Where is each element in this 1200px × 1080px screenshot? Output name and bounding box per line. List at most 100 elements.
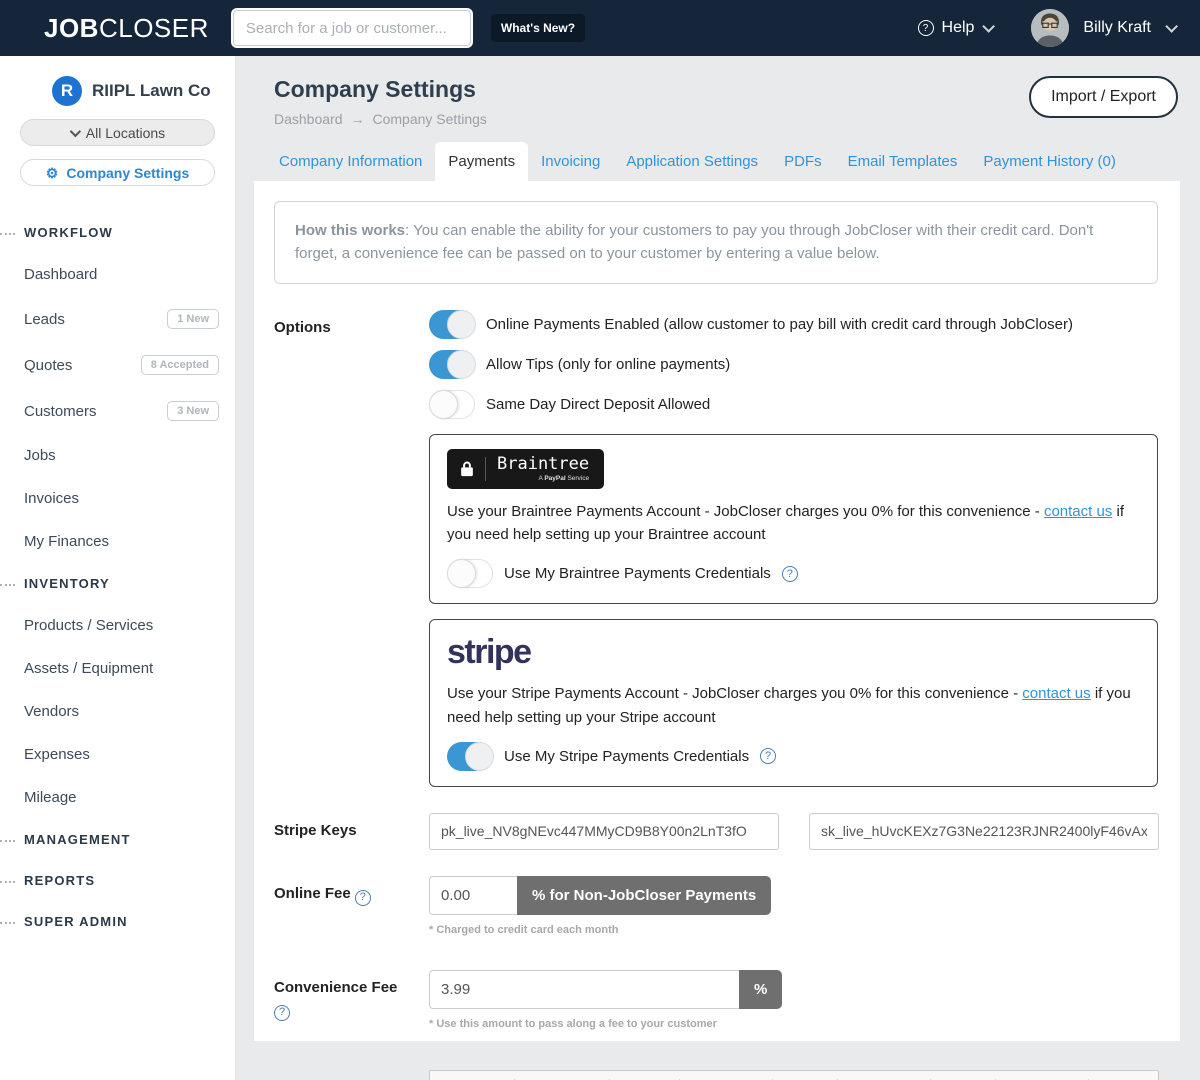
sidebar-item-vendors[interactable]: Vendors: [0, 690, 235, 733]
online-payments-toggle-label: Online Payments Enabled (allow customer …: [486, 316, 1073, 333]
breadcrumb-current: Company Settings: [373, 111, 487, 127]
breadcrumb: Dashboard → Company Settings: [274, 111, 487, 127]
help-icon: ?: [918, 20, 934, 36]
page-title: Company Settings: [274, 76, 487, 103]
sidebar-item-dashboard[interactable]: Dashboard: [0, 253, 235, 296]
toggle-knob: [447, 350, 476, 379]
nav-section-workflow: WORKFLOW: [0, 212, 235, 253]
allow-tips-toggle-label: Allow Tips (only for online payments): [486, 356, 730, 373]
nav-section-management[interactable]: MANAGEMENT: [0, 819, 235, 860]
stripe-secret-key-input[interactable]: [809, 813, 1159, 850]
tab-payments[interactable]: Payments: [435, 142, 528, 181]
sidebar-nav: WORKFLOW Dashboard Leads1 New Quotes8 Ac…: [0, 212, 235, 942]
quotes-badge: 8 Accepted: [141, 355, 219, 375]
online-fee-note: * Charged to credit card each month: [429, 924, 1158, 936]
sidebar: R RIIPL Lawn Co All Locations ⚙ Company …: [0, 56, 236, 1080]
stripe-publishable-key-input[interactable]: [429, 813, 779, 850]
help-circle-icon[interactable]: ?: [355, 890, 371, 906]
toggle-knob: [447, 559, 476, 588]
braintree-logo: Braintree A PayPal Service: [447, 449, 604, 489]
nav-section-inventory: INVENTORY: [0, 563, 235, 604]
company-settings-button[interactable]: ⚙ Company Settings: [20, 159, 215, 186]
how-this-works-box: How this works: You can enable the abili…: [274, 201, 1158, 284]
import-export-button[interactable]: Import / Export: [1029, 76, 1178, 118]
tab-payment-history[interactable]: Payment History (0): [970, 142, 1129, 181]
nav-section-super-admin[interactable]: SUPER ADMIN: [0, 901, 235, 942]
sidebar-item-quotes[interactable]: Quotes8 Accepted: [0, 342, 235, 388]
stripe-credentials-toggle-label: Use My Stripe Payments Credentials: [504, 748, 749, 765]
braintree-description: Use your Braintree Payments Account - Jo…: [447, 500, 1140, 547]
allow-tips-toggle[interactable]: [429, 350, 475, 379]
help-circle-icon[interactable]: ?: [274, 1005, 290, 1021]
options-label: Options: [274, 310, 429, 787]
stripe-description: Use your Stripe Payments Account - JobCl…: [447, 682, 1140, 729]
same-day-deposit-toggle[interactable]: [429, 390, 475, 419]
settings-tabs: Company Information Payments Invoicing A…: [254, 142, 1200, 181]
whats-new-button[interactable]: What's New?: [491, 14, 585, 42]
breadcrumb-dashboard[interactable]: Dashboard: [274, 111, 343, 127]
divider: [485, 457, 486, 481]
convenience-fee-note: * Use this amount to pass along a fee to…: [429, 1018, 1158, 1030]
editor-toolbar: Styles Size A A Tx B I: [430, 1071, 1158, 1080]
stripe-credentials-toggle[interactable]: [447, 742, 493, 771]
avatar[interactable]: [1031, 9, 1069, 47]
receipt-email-editor: Styles Size A A Tx B I: [429, 1070, 1159, 1080]
info-body: : You can enable the ability for your cu…: [295, 222, 1093, 262]
online-fee-addon: % for Non-JobCloser Payments: [517, 876, 771, 915]
logo-light-part: CLOSER: [99, 13, 209, 43]
sidebar-item-products-services[interactable]: Products / Services: [0, 604, 235, 647]
sidebar-item-invoices[interactable]: Invoices: [0, 477, 235, 520]
search-input[interactable]: [233, 10, 471, 46]
braintree-contact-us-link[interactable]: contact us: [1044, 503, 1112, 520]
global-search: [233, 10, 471, 46]
sidebar-item-expenses[interactable]: Expenses: [0, 733, 235, 776]
company-identity: R RIIPL Lawn Co: [0, 76, 235, 106]
stripe-keys-label: Stripe Keys: [274, 813, 429, 850]
same-day-deposit-toggle-label: Same Day Direct Deposit Allowed: [486, 396, 710, 413]
nav-section-reports[interactable]: REPORTS: [0, 860, 235, 901]
stripe-logo: stripe: [447, 634, 1140, 671]
stripe-contact-us-link[interactable]: contact us: [1022, 685, 1090, 702]
location-selector[interactable]: All Locations: [20, 119, 215, 146]
help-circle-icon[interactable]: ?: [760, 748, 776, 764]
chevron-down-icon: [983, 20, 996, 33]
user-name[interactable]: Billy Kraft: [1083, 19, 1151, 37]
convenience-fee-addon: %: [739, 970, 782, 1009]
company-name: RIIPL Lawn Co: [92, 81, 211, 101]
top-navbar: JOBCLOSER What's New? ? Help Billy Kraft: [0, 0, 1200, 56]
main-content: Company Settings Dashboard → Company Set…: [236, 56, 1200, 1080]
online-payments-toggle[interactable]: [429, 310, 475, 339]
tab-email-templates[interactable]: Email Templates: [835, 142, 971, 181]
sidebar-item-jobs[interactable]: Jobs: [0, 434, 235, 477]
help-menu[interactable]: ? Help: [918, 19, 992, 37]
tab-invoicing[interactable]: Invoicing: [528, 142, 613, 181]
payments-panel: How this works: You can enable the abili…: [254, 181, 1180, 1041]
tab-company-information[interactable]: Company Information: [266, 142, 435, 181]
help-label: Help: [942, 19, 975, 37]
help-circle-icon[interactable]: ?: [782, 566, 798, 582]
sidebar-item-assets-equipment[interactable]: Assets / Equipment: [0, 647, 235, 690]
convenience-fee-label: Convenience Fee?: [274, 970, 429, 1030]
chevron-down-icon: [70, 125, 81, 136]
sidebar-item-customers[interactable]: Customers3 New: [0, 388, 235, 434]
info-title: How this works: [295, 222, 405, 239]
toggle-knob: [447, 310, 476, 339]
sidebar-item-mileage[interactable]: Mileage: [0, 776, 235, 819]
company-logo: R: [52, 76, 82, 106]
braintree-credentials-toggle[interactable]: [447, 559, 493, 588]
sidebar-item-leads[interactable]: Leads1 New: [0, 296, 235, 342]
braintree-credentials-toggle-label: Use My Braintree Payments Credentials: [504, 565, 771, 582]
lock-icon: [460, 460, 474, 477]
tab-application-settings[interactable]: Application Settings: [613, 142, 771, 181]
braintree-logo-text: Braintree: [497, 456, 589, 473]
tab-pdfs[interactable]: PDFs: [771, 142, 835, 181]
online-fee-input[interactable]: [429, 876, 517, 915]
company-settings-label: Company Settings: [66, 165, 189, 181]
toggle-knob: [429, 390, 458, 419]
convenience-fee-input[interactable]: [429, 970, 739, 1009]
sidebar-item-my-finances[interactable]: My Finances: [0, 520, 235, 563]
customers-badge: 3 New: [167, 401, 219, 421]
chevron-down-icon[interactable]: [1165, 20, 1178, 33]
app-logo[interactable]: JOBCLOSER: [44, 13, 209, 44]
online-fee-label: Online Fee ?: [274, 876, 429, 936]
